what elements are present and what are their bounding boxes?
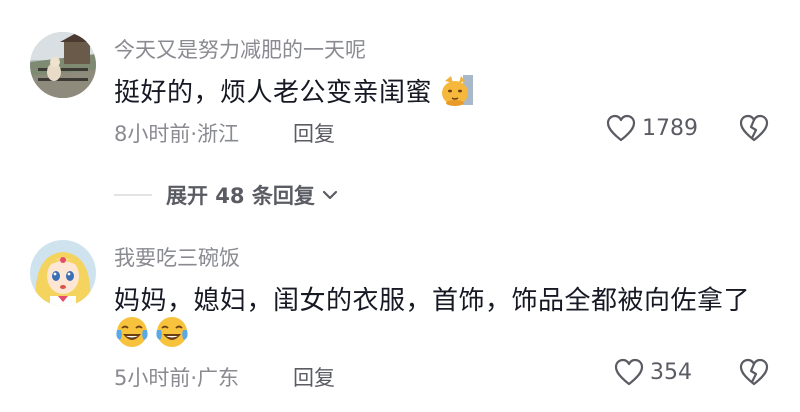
comment-text: 妈妈，媳妇，闺女的衣服，首饰，饰品全都被向佐拿了 (114, 286, 751, 316)
broken-heart-icon (739, 114, 769, 142)
dislike-button[interactable] (739, 358, 769, 390)
comment-text: 挺好的，烦人老公变亲闺蜜 (114, 72, 475, 114)
broken-heart-icon (739, 358, 769, 386)
heart-icon (606, 114, 636, 142)
dislike-button[interactable] (739, 114, 769, 146)
emoji-row (114, 314, 190, 350)
divider-line (114, 194, 152, 196)
username[interactable]: 今天又是努力减肥的一天呢 (114, 34, 366, 64)
like-count: 354 (650, 359, 692, 385)
comment-meta: 8小时前·浙江 (114, 122, 240, 146)
avatar[interactable] (30, 32, 96, 98)
reply-button[interactable]: 回复 (293, 118, 335, 148)
expand-replies-label: 展开 48 条回复 (166, 184, 315, 208)
comment-item: 今天又是努力减肥的一天呢 挺好的，烦人老公变亲闺蜜 8小时前·浙江 回复 178… (0, 0, 800, 170)
chevron-down-icon (322, 190, 337, 200)
crying-laughing-face-icon (116, 317, 148, 347)
crying-laughing-face-icon (156, 317, 188, 347)
cat-face-icon (441, 73, 475, 114)
like-count: 1789 (642, 115, 698, 141)
avatar[interactable] (30, 240, 96, 306)
comment-text-body: 挺好的，烦人老公变亲闺蜜 (114, 78, 433, 108)
comment-meta: 5小时前·广东 (114, 366, 240, 390)
like-button[interactable]: 354 (614, 358, 692, 386)
heart-icon (614, 358, 644, 386)
username[interactable]: 我要吃三碗饭 (114, 242, 240, 272)
comment-item: 我要吃三碗饭 妈妈，媳妇，闺女的衣服，首饰，饰品全都被向佐拿了 5小时前·广东 … (0, 230, 800, 412)
expand-replies-button[interactable]: 展开 48 条回复 (114, 180, 341, 210)
reply-button[interactable]: 回复 (293, 362, 335, 392)
like-button[interactable]: 1789 (606, 114, 698, 142)
